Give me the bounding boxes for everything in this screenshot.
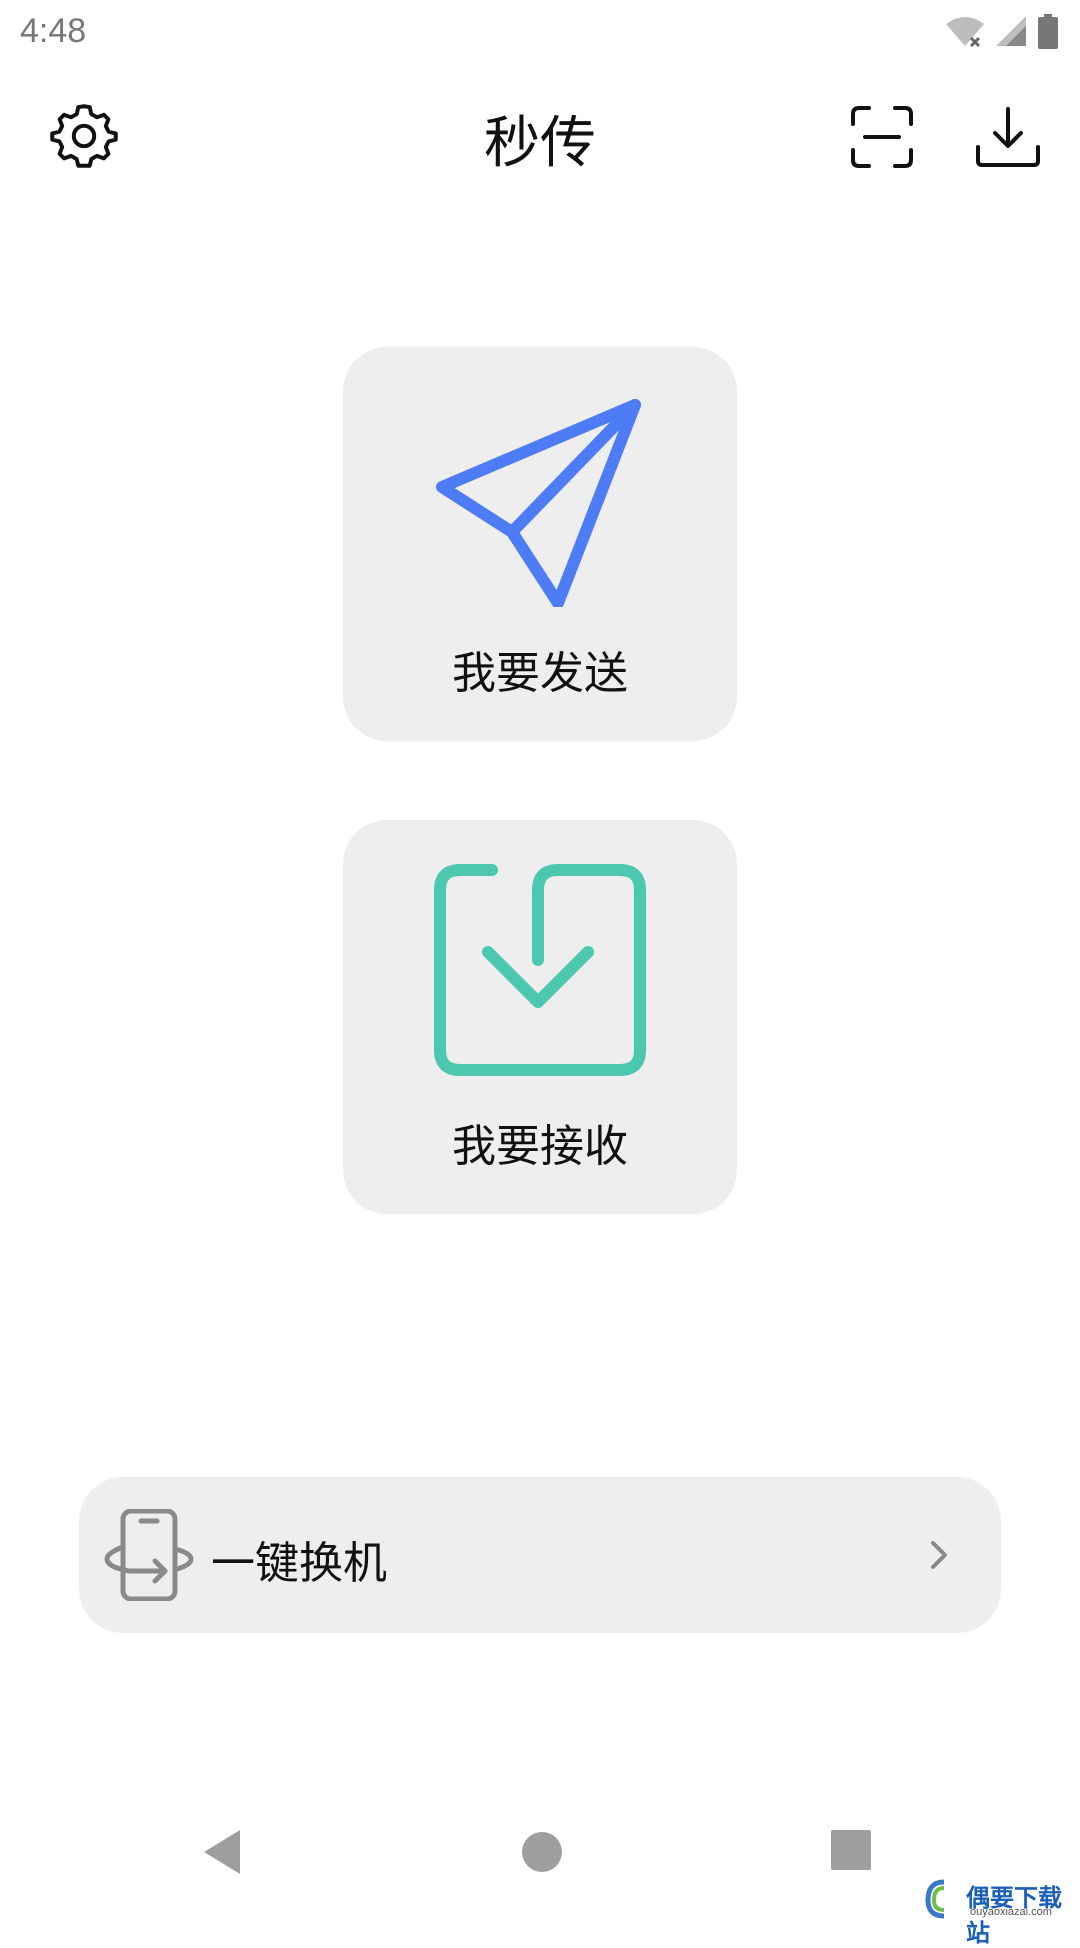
home-circle-icon[interactable] [518,1828,566,1876]
receive-label: 我要接收 [452,1121,628,1172]
receive-card[interactable]: 我要接收 [343,820,737,1214]
recent-square-icon[interactable] [829,1828,875,1874]
status-bar: 4:48 [0,0,1080,64]
system-nav-bar [0,1804,1080,1920]
watermark-subtitle: ouyaoxiazai.com [970,1906,1052,1918]
phone-swap-icon [104,1509,194,1601]
send-card[interactable]: 我要发送 [343,347,737,741]
status-time: 4:48 [20,12,87,50]
watermark-logo: 偶要下载站 ouyaoxiazai.com [922,1878,1080,1947]
signal-icon [996,16,1026,46]
paper-plane-icon [436,399,641,607]
scan-button[interactable] [842,100,922,174]
battery-icon [1038,14,1058,49]
app-bar: 秒传 [0,78,1080,192]
send-label: 我要发送 [452,648,628,699]
inbox-download-icon [434,864,646,1076]
phone-switch-label: 一键换机 [211,1538,387,1589]
back-triangle-icon[interactable] [200,1828,248,1876]
download-button[interactable] [968,100,1048,174]
status-icons [944,12,1060,52]
wifi-off-icon [946,17,984,48]
scan-icon [851,106,913,168]
watermark-logo-icon [925,1879,945,1919]
download-icon [976,107,1040,167]
chevron-right-icon [931,1541,947,1569]
phone-switch-row[interactable]: 一键换机 [79,1477,1001,1633]
